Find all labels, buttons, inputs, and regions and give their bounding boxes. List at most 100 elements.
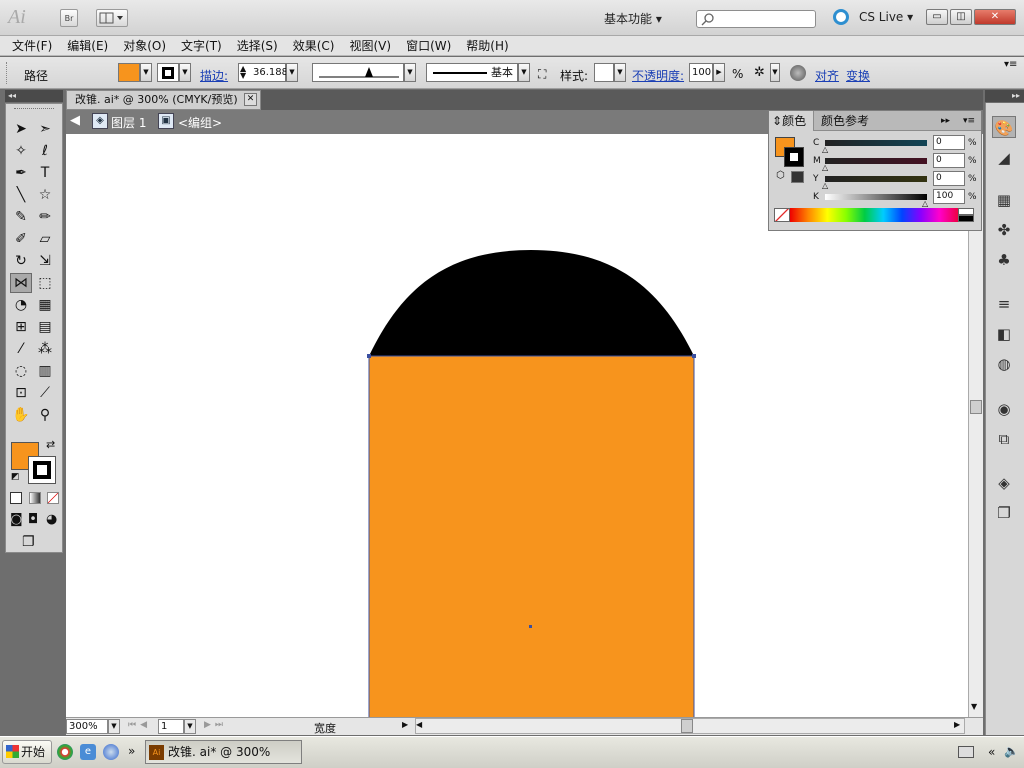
lasso-tool-icon[interactable]: ℓ (34, 141, 56, 161)
draw-inside-icon[interactable]: ◕ (46, 512, 57, 527)
restore-button[interactable]: ◫ (950, 9, 972, 25)
style-dropdown[interactable]: ▼ (614, 63, 626, 82)
stroke-link[interactable]: 描边: (200, 67, 228, 84)
grip-handle[interactable] (6, 62, 9, 84)
group-label[interactable]: <编组> (178, 114, 222, 131)
color-spectrum-bar[interactable] (790, 208, 958, 222)
slider-y-thumb[interactable]: △ (822, 181, 828, 190)
keyboard-tray-icon[interactable] (958, 746, 974, 758)
bridge-button[interactable]: Br (60, 9, 78, 27)
stroke-weight-dropdown[interactable]: ▼ (286, 63, 298, 82)
swap-colors-icon[interactable]: ⇄ (46, 438, 55, 451)
close-tab-icon[interactable]: ✕ (244, 93, 257, 106)
color-panel-icon[interactable]: 🎨 (992, 116, 1016, 138)
paintbrush-tool-icon[interactable]: ✎ (10, 207, 32, 227)
graphic-styles-icon[interactable]: ⧉ (992, 428, 1016, 450)
swatches-icon[interactable]: ▦ (992, 189, 1016, 211)
menu-select[interactable]: 选择(S) (237, 37, 278, 54)
horizontal-scroll-thumb[interactable] (681, 719, 693, 733)
layers-icon[interactable]: ◈ (992, 472, 1016, 494)
black-swatch[interactable] (958, 215, 974, 222)
variable-width-profile[interactable] (312, 63, 404, 82)
horizontal-scrollbar[interactable]: ◀ ▶ (415, 718, 965, 734)
slider-y-track[interactable] (825, 176, 927, 182)
free-transform-tool-icon[interactable]: ⬚ (34, 273, 56, 293)
appearance-icon[interactable]: ◉ (992, 398, 1016, 420)
stroke-swatch[interactable] (157, 63, 179, 82)
opacity-arrow[interactable]: ▶ (713, 63, 725, 82)
draw-behind-icon[interactable]: ◘ (28, 512, 38, 527)
recolor-dropdown[interactable]: ▼ (770, 63, 780, 82)
scroll-right-icon[interactable]: ▶ (954, 720, 960, 729)
slice-tool-icon[interactable]: ⟋ (34, 383, 56, 403)
slider-m-track[interactable] (825, 158, 927, 164)
opacity-field[interactable]: 100 (689, 63, 713, 82)
slider-k-thumb[interactable]: △ (922, 199, 928, 208)
panel-menu-icon[interactable]: ▾≡ (963, 111, 975, 131)
menu-help[interactable]: 帮助(H) (466, 37, 508, 54)
ie-quicklaunch-icon[interactable] (103, 744, 119, 760)
brush-dropdown[interactable]: ▼ (518, 63, 530, 82)
panel-expand-icon[interactable]: ▸▸ (941, 111, 950, 131)
stroke-color-box[interactable] (28, 456, 56, 484)
web-safe-swatch[interactable] (791, 171, 804, 183)
scroll-left-icon[interactable]: ◀ (416, 720, 422, 729)
workspace-switcher[interactable]: 基本功能 ▾ (604, 10, 662, 27)
symbols-icon[interactable]: ♣ (992, 249, 1016, 271)
zoom-field[interactable]: 300% (66, 719, 108, 734)
artboards-icon[interactable]: ❐ (992, 502, 1016, 524)
slider-c-track[interactable] (825, 140, 927, 146)
artboard-prev-icons[interactable]: ⏮◀ (128, 720, 151, 730)
control-menu-icon[interactable]: ▾≡ (1004, 59, 1017, 70)
brush-options-icon[interactable]: ⛶ (538, 67, 546, 82)
direct-selection-tool-icon[interactable]: ➣ (34, 119, 56, 139)
star-tool-icon[interactable]: ☆ (34, 185, 56, 205)
zoom-tool-icon[interactable]: ⚲ (34, 405, 56, 425)
slider-k-value[interactable]: 100 (933, 189, 965, 204)
pen-tool-icon[interactable]: ✒ (10, 163, 32, 183)
more-quicklaunch-icon[interactable]: » (128, 744, 135, 758)
menu-type[interactable]: 文字(T) (181, 37, 222, 54)
color-mode-icon[interactable] (10, 492, 22, 504)
gradient-tool-icon[interactable]: ▤ (34, 317, 56, 337)
layer-label[interactable]: 图层 1 (111, 114, 146, 131)
toolbar-grip[interactable] (14, 108, 54, 110)
width-tool-icon[interactable]: ⋈ (10, 273, 32, 293)
dock-header[interactable]: ▸▸ (985, 90, 1024, 102)
transform-link[interactable]: 变换 (846, 67, 870, 84)
arrange-documents-button[interactable] (96, 9, 128, 27)
pencil-tool-icon[interactable]: ✏ (34, 207, 56, 227)
opacity-link[interactable]: 不透明度: (632, 67, 684, 84)
align-link[interactable]: 对齐 (815, 67, 839, 84)
close-button[interactable]: ✕ (974, 9, 1016, 25)
menu-object[interactable]: 对象(O) (123, 37, 166, 54)
recolor-artwork-icon[interactable]: ✲ (754, 65, 765, 80)
app-quicklaunch-icon[interactable]: e (80, 744, 96, 760)
blend-tool-icon[interactable]: ⁂ (34, 339, 56, 359)
slider-m-value[interactable]: 0 (933, 153, 965, 168)
panel-stroke-box[interactable] (784, 147, 804, 167)
cs-live-menu[interactable]: CS Live ▾ (859, 10, 913, 24)
isolate-icon[interactable] (790, 65, 806, 81)
magic-wand-tool-icon[interactable]: ✧ (10, 141, 32, 161)
tab-color[interactable]: ⇕颜色 (769, 111, 814, 131)
none-color-icon[interactable] (774, 208, 790, 222)
volume-icon[interactable]: 🔈 (1004, 744, 1019, 758)
type-tool-icon[interactable]: T (34, 163, 56, 183)
menu-effect[interactable]: 效果(C) (293, 37, 335, 54)
search-input[interactable] (696, 10, 816, 28)
none-mode-icon[interactable] (47, 492, 59, 504)
slider-c-value[interactable]: 0 (933, 135, 965, 150)
document-tab[interactable]: 改锥. ai* @ 300% (CMYK/预览) (66, 90, 261, 110)
eraser-tool-icon[interactable]: ▱ (34, 229, 56, 249)
draw-normal-icon[interactable]: ◙ (10, 512, 23, 527)
screen-mode-icon[interactable]: ❐ (22, 534, 35, 550)
screwdriver-handle-shape[interactable] (369, 356, 694, 717)
slider-k-track[interactable] (825, 194, 927, 200)
start-button[interactable]: 开始 (2, 740, 52, 764)
menu-file[interactable]: 文件(F) (12, 37, 52, 54)
out-of-gamut-icon[interactable]: ⬡ (776, 170, 785, 181)
fill-swatch[interactable] (118, 63, 140, 82)
stroke-panel-icon[interactable]: ≡ (992, 293, 1016, 315)
line-tool-icon[interactable]: ╲ (10, 185, 32, 205)
